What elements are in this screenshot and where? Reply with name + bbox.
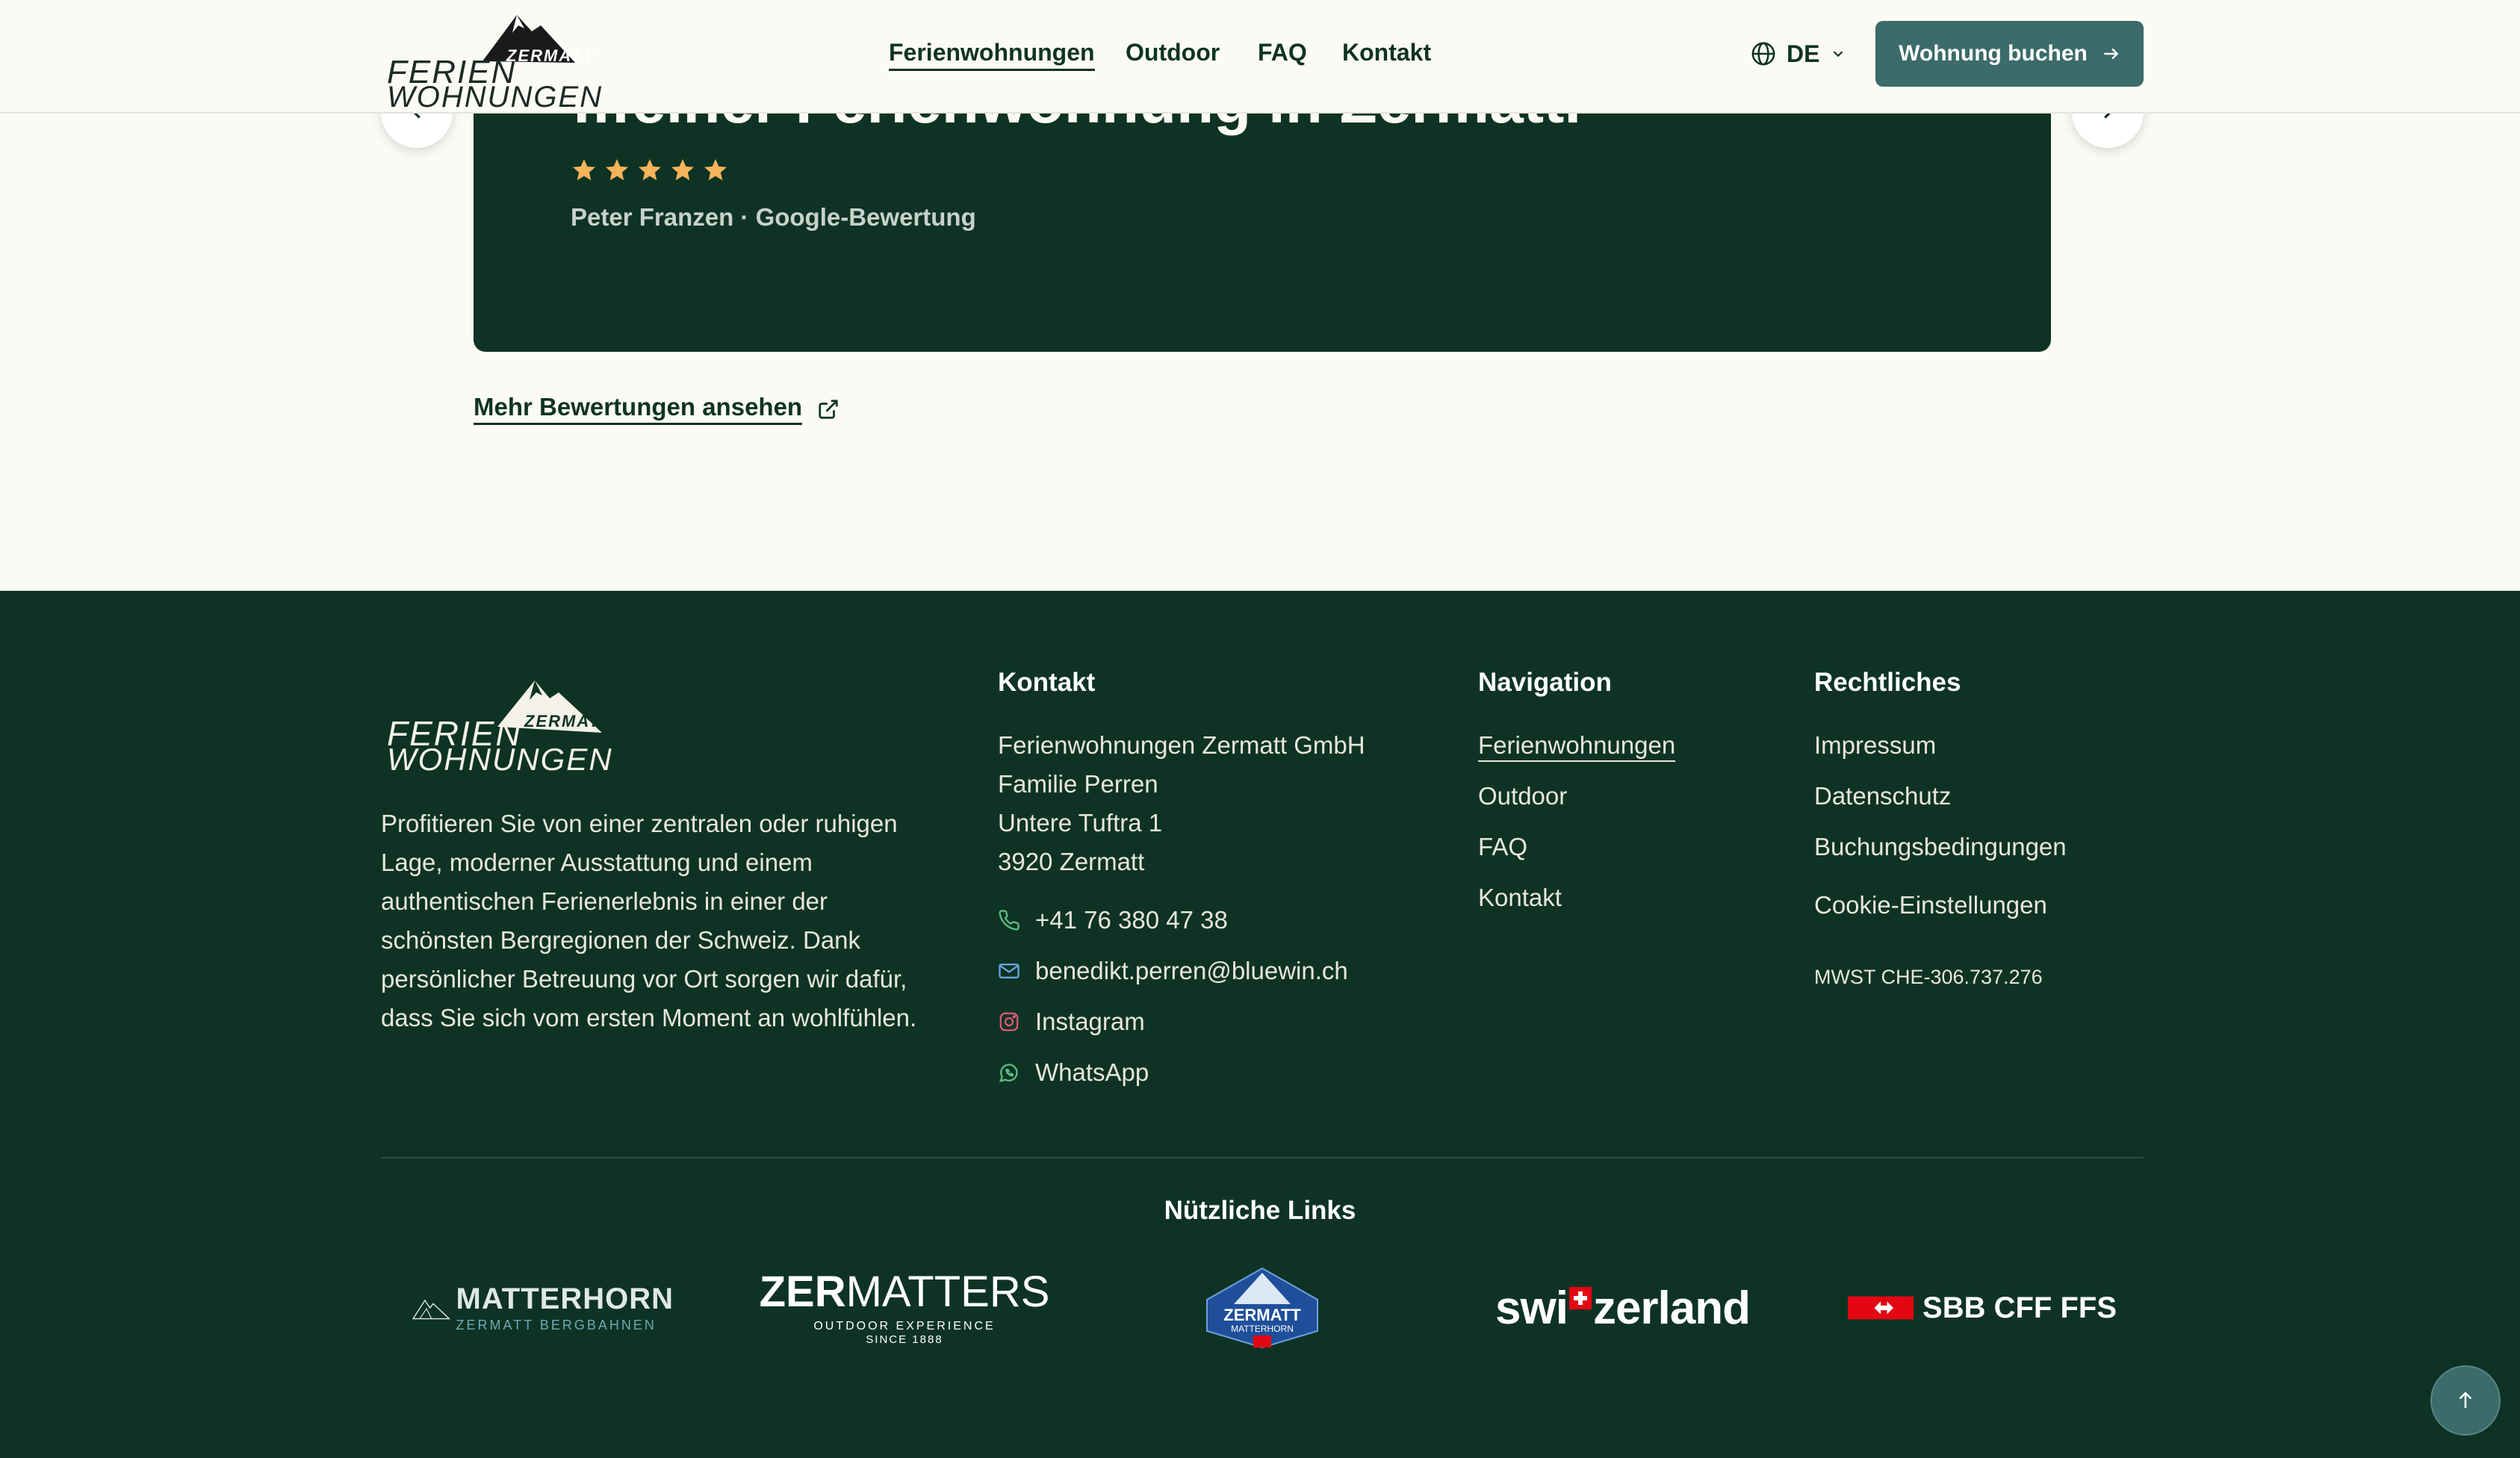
footer-nav-ferienwohnungen-label: Ferienwohnungen [1478,731,1676,762]
partner-zermatters-link[interactable]: ZERMATTERS OUTDOOR EXPERIENCE SINCE 1888 [760,1267,1050,1349]
footer-impressum-link[interactable]: Impressum [1814,731,1936,760]
nav-faq[interactable]: FAQ [1258,39,1307,66]
useful-links-title: Nützliche Links [1164,1196,1356,1225]
zermatt-badge-sub: MATTERHORN [1231,1324,1294,1334]
footer-logo[interactable]: FERIEN WOHNUNGEN ZERMATT [385,673,612,778]
more-reviews-link[interactable]: Mehr Bewertungen ansehen [474,393,840,425]
site-footer: FERIEN WOHNUNGEN ZERMATT Profitieren Sie… [0,591,2520,1458]
footer-legal-title: Rechtliches [1814,668,1961,697]
sbb-logo-icon [1848,1296,1914,1320]
switzerland-post: zerland [1592,1282,1751,1334]
sbb-name: SBB CFF FFS [1922,1291,2117,1324]
address-family: Familie Perren [998,770,1158,798]
footer-divider [381,1157,2144,1158]
address-company: Ferienwohnungen Zermatt GmbH [998,731,1365,759]
vat-number: MWST CHE-306.737.276 [1814,966,2043,988]
nav-ferienwohnungen[interactable]: Ferienwohnungen [889,39,1095,71]
address-street: Untere Tuftra 1 [998,809,1163,837]
whatsapp-link[interactable]: WhatsApp [998,1058,1149,1087]
zermatters-sub2: SINCE 1888 [866,1333,943,1346]
swiss-cross-icon [1568,1287,1592,1309]
language-selector[interactable]: DE [1751,37,1846,70]
phone-icon [999,910,1020,931]
mail-icon [999,964,1020,978]
zermatters-sub1: OUTDOOR EXPERIENCE [813,1319,996,1333]
address-city: 3920 Zermatt [998,848,1145,875]
partner-sbb-link[interactable]: SBB CFF FFS [1848,1267,2117,1349]
arrow-right-icon [2104,48,2119,60]
footer-nav-kontakt[interactable]: Kontakt [1478,884,1562,912]
footer-datenschutz-link[interactable]: Datenschutz [1814,782,1951,810]
chevron-down-icon [1834,51,1843,58]
star-icon [639,159,661,181]
footer-nav-faq[interactable]: FAQ [1478,833,1527,861]
footer-navigation-title: Navigation [1478,668,1612,697]
logo-line2: WOHNUNGEN [387,81,603,114]
email-link[interactable]: benedikt.perren@bluewin.ch [998,957,1348,985]
whatsapp-label: WhatsApp [1035,1058,1149,1086]
footer-about-text: Profitieren Sie von einer zentralen oder… [381,810,917,1032]
mountain-icon [412,1299,450,1320]
nav-outdoor[interactable]: Outdoor [1126,39,1220,66]
footer-nav-outdoor[interactable]: Outdoor [1478,782,1567,810]
footer-logo-badge: ZERMATT [524,712,612,730]
footer-kontakt-title: Kontakt [998,668,1096,697]
star-icon [573,159,595,181]
instagram-label: Instagram [1035,1008,1145,1035]
footer-cookie-settings-link[interactable]: Cookie-Einstellungen [1814,891,2047,919]
language-label: DE [1787,40,1820,67]
scroll-to-top-button[interactable] [2430,1365,2501,1436]
rating-stars [571,157,729,184]
external-link-icon [819,399,838,419]
site-logo[interactable]: FERIEN WOHNUNGEN ZERMATT [385,9,601,114]
more-reviews-label: Mehr Bewertungen ansehen [474,393,803,425]
logo-badge: ZERMATT [506,46,595,65]
partner-zermatt-link[interactable]: ZERMATT MATTERHORN [1204,1267,1320,1349]
zermatt-badge-name: ZERMATT [1223,1306,1301,1324]
switzerland-pre: swi [1495,1282,1568,1334]
star-icon [671,159,694,181]
partner-matterhorn-link[interactable]: MATTERHORN ZERMATT BERGBAHNEN [412,1267,674,1349]
footer-nav-ferienwohnungen[interactable]: Ferienwohnungen [1478,731,1676,762]
zermatters-light: MATTERS [845,1267,1050,1316]
star-icon [606,159,628,181]
matterhorn-name: MATTERHORN [456,1282,674,1315]
book-apartment-button[interactable]: Wohnung buchen [1875,21,2144,87]
phone-number: +41 76 380 47 38 [1035,906,1228,934]
footer-logo-line2: WOHNUNGEN [387,742,613,777]
zermatters-bold: ZER [759,1267,846,1316]
review-author: Peter Franzen · Google-Bewertung [571,203,976,231]
partner-switzerland-link[interactable]: swi zerland [1495,1267,1757,1349]
instagram-icon [999,1012,1019,1032]
site-header: FERIEN WOHNUNGEN ZERMATT Ferienwohnungen… [0,0,2520,114]
email-address: benedikt.perren@bluewin.ch [1035,957,1348,984]
globe-icon [1751,42,1775,66]
star-icon [704,159,727,181]
whatsapp-icon [999,1064,1018,1082]
arrow-up-icon [2459,1392,2472,1408]
phone-link[interactable]: +41 76 380 47 38 [998,906,1228,934]
nav-kontakt[interactable]: Kontakt [1342,39,1431,66]
book-button-label: Wohnung buchen [1899,41,2088,66]
instagram-link[interactable]: Instagram [998,1008,1145,1036]
matterhorn-sub: ZERMATT BERGBAHNEN [456,1318,657,1333]
footer-buchungsbedingungen-link[interactable]: Buchungsbedingungen [1814,833,2067,861]
